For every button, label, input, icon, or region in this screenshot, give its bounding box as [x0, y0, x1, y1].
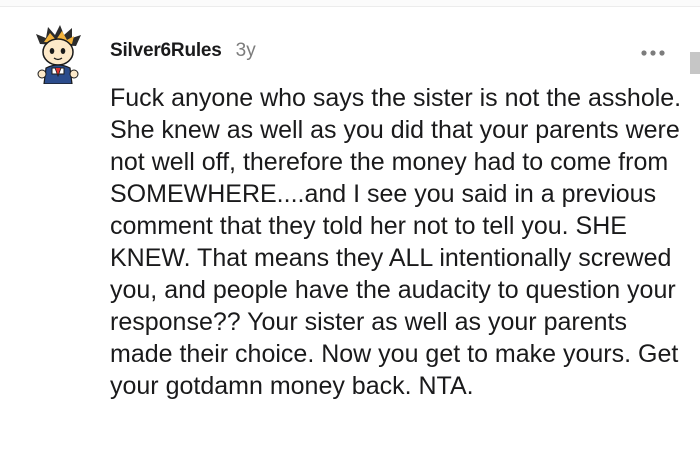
- more-options-icon[interactable]: [638, 44, 668, 62]
- more-options-dots: [641, 50, 665, 56]
- top-divider: [0, 0, 700, 7]
- comment-body: Fuck anyone who says the sister is not t…: [110, 84, 682, 400]
- avatar-image: [36, 25, 81, 85]
- comment-age: 3y: [235, 40, 256, 61]
- comment-author[interactable]: Silver6Rules: [110, 40, 222, 62]
- comment-header: Silver6Rules 3y: [110, 40, 256, 68]
- comment-view: Silver6Rules 3y Fuck anyone who says the…: [0, 0, 700, 451]
- user-avatar-icon[interactable]: [32, 24, 84, 85]
- scrollbar[interactable]: [690, 52, 700, 74]
